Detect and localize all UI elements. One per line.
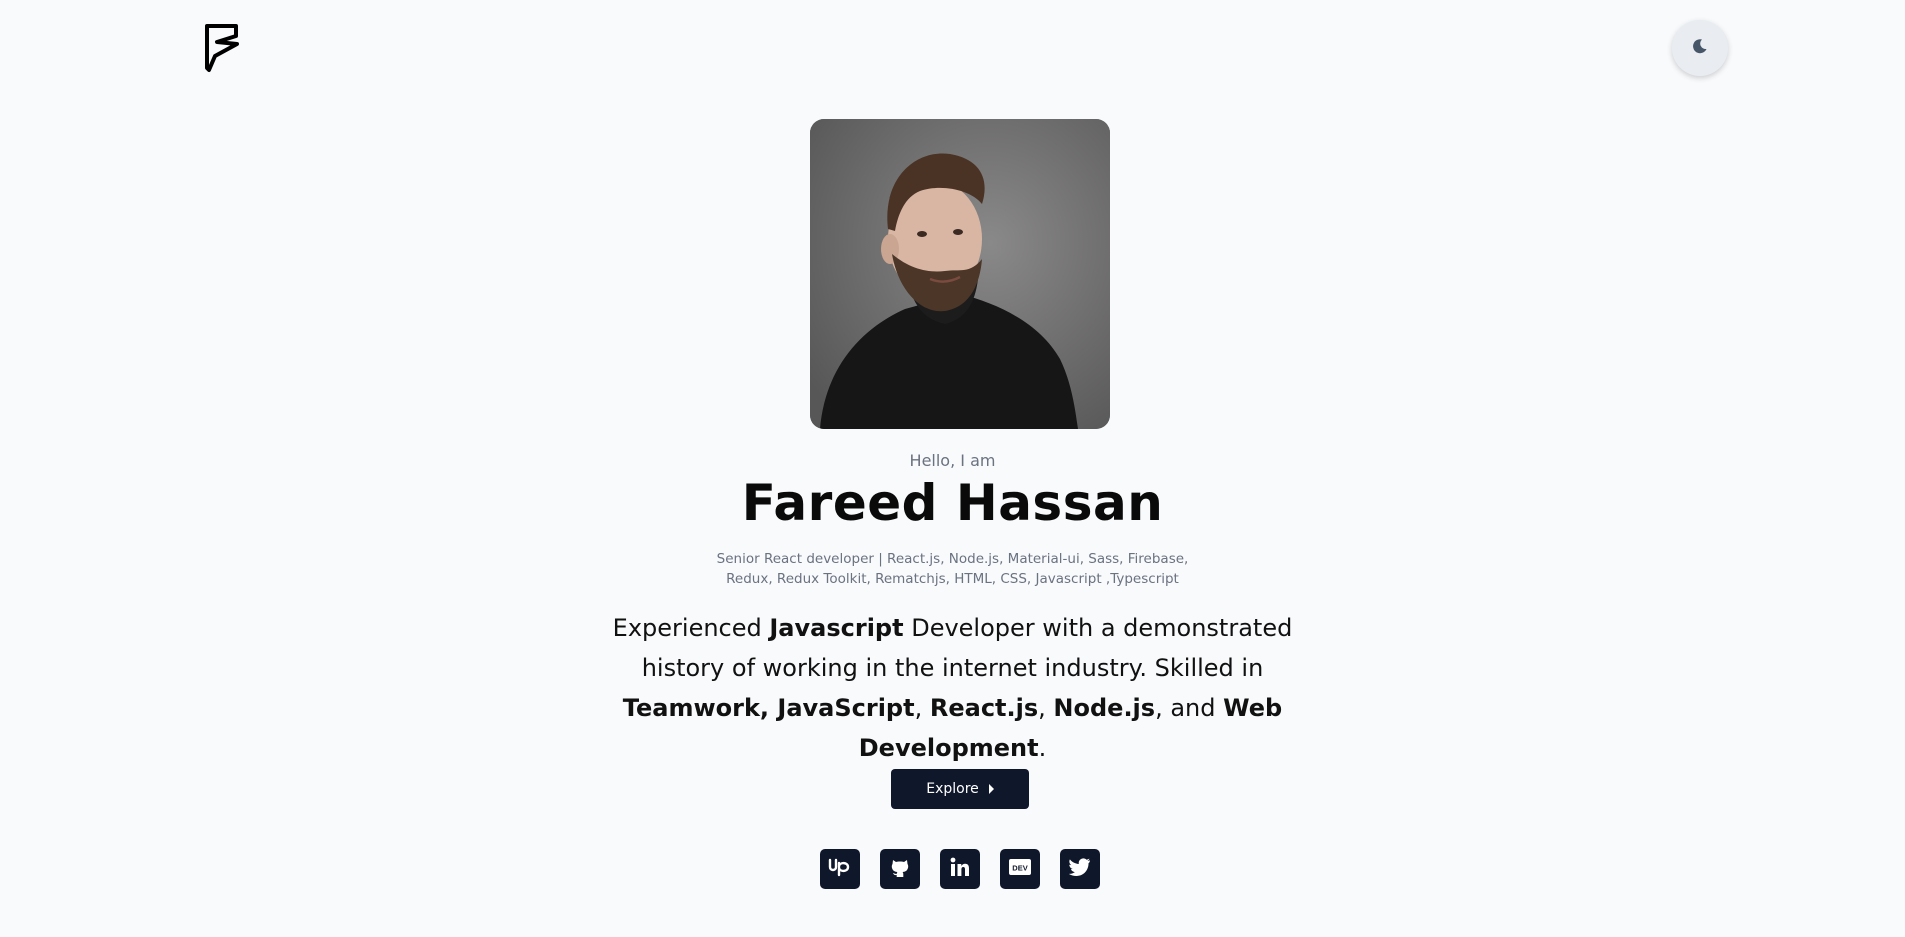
dev-link[interactable]: DEV — [1000, 849, 1040, 889]
dev-icon: DEV — [1009, 859, 1031, 879]
greeting-text: Hello, I am — [909, 451, 996, 470]
bio-highlight: React.js — [929, 694, 1039, 722]
bio-highlight: Javascript — [769, 614, 904, 642]
linkedin-icon — [949, 856, 971, 882]
headline-text: Senior React developer | React.js, Node.… — [716, 551, 1189, 587]
social-links: DEV — [820, 849, 1100, 889]
bio-text: Experienced — [612, 614, 770, 642]
bio-text: . — [1038, 734, 1047, 762]
bio-highlight: Node.js — [1053, 694, 1156, 722]
portfolio-page: Hello, I am Fareed Hassan Senior React d… — [0, 0, 1905, 937]
explore-label: Explore — [926, 781, 979, 797]
twitter-link[interactable] — [1060, 849, 1100, 889]
bio-text: , — [914, 694, 930, 722]
upwork-icon — [828, 857, 852, 881]
caret-right-icon — [988, 784, 994, 794]
svg-text:DEV: DEV — [1012, 864, 1027, 873]
twitter-icon — [1068, 857, 1091, 881]
bio-text: , and — [1155, 694, 1224, 722]
bio-highlight: Teamwork, JavaScript — [622, 694, 915, 722]
explore-button[interactable]: Explore — [891, 769, 1029, 809]
logo-icon[interactable] — [203, 22, 241, 74]
moon-icon — [1692, 38, 1708, 58]
bio-paragraph: Experienced Javascript Developer with a … — [590, 608, 1315, 768]
github-link[interactable] — [880, 849, 920, 889]
profile-photo — [810, 119, 1110, 429]
page-title: Fareed Hassan — [741, 474, 1164, 532]
bio-text: , — [1038, 694, 1054, 722]
theme-toggle-button[interactable] — [1672, 20, 1728, 76]
upwork-link[interactable] — [820, 849, 860, 889]
linkedin-link[interactable] — [940, 849, 980, 889]
github-icon — [889, 856, 911, 882]
